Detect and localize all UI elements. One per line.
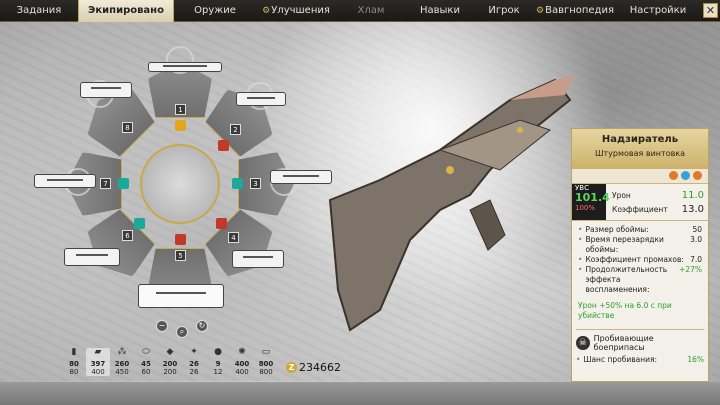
ammo-slot[interactable]: ⁂ 260 450 <box>110 347 134 377</box>
uvs-percent: 100% <box>575 204 596 212</box>
weapon-cannon-icon[interactable] <box>64 248 120 266</box>
wheel-hub <box>140 144 220 224</box>
tab-upgrades[interactable]: ⚙Улучшения <box>256 0 336 22</box>
tab-vavgnopedia[interactable]: ⚙Вавгнопедия <box>534 0 616 22</box>
ammo-type-title: Пробивающие боеприпасы <box>593 334 654 352</box>
core-stats: УВС 101.4 100% Урон 11.0 Коэффициент 13.… <box>572 183 708 221</box>
gem-teal-icon <box>134 218 145 229</box>
pierce-row: • Шанс пробивания: 16% <box>576 355 704 364</box>
weapon-type: Штурмовая винтовка <box>594 149 686 158</box>
tab-player[interactable]: Игрок <box>474 0 534 22</box>
stat-list: • Размер обоймы: 50 • Время перезарядки обо… <box>572 221 708 295</box>
weapon-info-panel: Надзиратель Штурмовая винтовка УВС 101.4… <box>571 128 709 382</box>
gem-amber-icon <box>175 120 186 131</box>
weapon-wheel: 1 2 3 4 5 6 7 8 − ⌕ ↻ <box>0 22 332 382</box>
ammo-type-section: ☠ Пробивающие боеприпасы • Шанс пробивания… <box>576 329 704 365</box>
ammo-slot[interactable]: ▮ 80 80 <box>62 347 86 377</box>
slot-number-7: 7 <box>100 178 111 189</box>
slot-number-2: 2 <box>230 124 241 135</box>
cartridge-icon: ⬭ <box>142 347 150 357</box>
socket-fire-icon <box>693 171 702 180</box>
socket-ice-icon <box>681 171 690 180</box>
ammo-slot[interactable]: ⬭ 45 60 <box>134 347 158 377</box>
battery-icon: ▭ <box>261 347 271 357</box>
swap-button[interactable]: ↻ <box>196 320 208 332</box>
coef-row: Коэффициент 13.0 <box>612 202 704 216</box>
gem-red-icon <box>218 140 229 151</box>
gem-red-icon <box>175 234 186 245</box>
coef-label: Коэффициент <box>612 204 668 214</box>
bottom-bar <box>0 382 720 405</box>
slot-number-4: 4 <box>228 232 239 243</box>
gear-icon: ⚙ <box>536 5 545 16</box>
tab-equipped[interactable]: Экипировано <box>78 0 174 22</box>
tab-quests[interactable]: Задания <box>0 0 78 22</box>
ammo-slot[interactable]: ✺ 400 400 <box>230 347 254 377</box>
gem-teal-icon <box>232 178 243 189</box>
currency-display: Z 234662 <box>286 361 341 374</box>
ammo-slot[interactable]: ● 9 12 <box>206 347 230 377</box>
tab-settings[interactable]: Настройки <box>616 0 700 22</box>
perk-line-2: убийстве <box>578 311 615 320</box>
gem-red-icon <box>216 218 227 229</box>
weapon-preview-model <box>328 75 575 332</box>
ammo-inventory: ▮ 80 80 ▰ 397 400 ⁂ 260 450 ⬭ 45 60 ◆ 200 200 ✦ 26 2… <box>62 348 278 376</box>
unequip-button[interactable]: − <box>156 320 168 332</box>
bullet-icon: ▮ <box>71 347 77 357</box>
ammo-slot[interactable]: ◆ 200 200 <box>158 347 182 377</box>
wheel-slot-6[interactable] <box>76 204 161 289</box>
gem-teal-icon <box>118 178 129 189</box>
weapon-minigun-icon[interactable] <box>34 174 96 188</box>
tab-skills[interactable]: Навыки <box>406 0 474 22</box>
shell-icon: ⁂ <box>117 347 127 357</box>
skull-icon: ☠ <box>576 336 590 350</box>
weapon-crossbow-icon[interactable] <box>236 92 286 106</box>
stat-row: • Время перезарядки обоймы: 3.0 <box>578 235 702 254</box>
stat-row: • Коэффициент промахов: 7.0 <box>578 255 702 264</box>
damage-row: Урон 11.0 <box>612 188 704 202</box>
rocket-icon: ◆ <box>166 347 174 357</box>
slot-number-3: 3 <box>250 178 261 189</box>
weapon-launcher-icon[interactable] <box>80 82 132 98</box>
damage-value: 11.0 <box>681 189 704 201</box>
saw-blade-icon: ✺ <box>238 347 246 357</box>
weapon-header: Надзиратель Штурмовая винтовка <box>572 129 708 169</box>
perk-line-1: Урон +50% на 6.0 с при <box>578 301 672 310</box>
ammo-slot[interactable]: ✦ 26 26 <box>182 347 206 377</box>
slot-number-8: 8 <box>122 122 133 133</box>
grenade-icon: ● <box>214 347 222 357</box>
perk-text: Урон +50% на 6.0 с при убийстве <box>572 295 708 321</box>
gear-icon: ⚙ <box>262 5 271 16</box>
stat-row: • Размер обоймы: 50 <box>578 225 702 234</box>
slot-number-1: 1 <box>175 104 186 115</box>
weapon-blade-icon[interactable] <box>148 62 222 72</box>
stat-row: • Продолжительность эффекта воспламенения… <box>578 265 702 294</box>
gear-ammo-icon: ✦ <box>190 347 198 357</box>
rifle-ammo-icon: ▰ <box>94 347 102 357</box>
slot-number-6: 6 <box>122 230 133 241</box>
socket-fire-icon <box>669 171 678 180</box>
ammo-slot[interactable]: ▰ 397 400 <box>86 348 110 376</box>
weapon-shotgun-icon[interactable] <box>232 250 284 268</box>
mod-sockets <box>572 169 708 183</box>
coef-value: 13.0 <box>681 203 704 215</box>
coin-icon: Z <box>286 362 297 373</box>
weapon-name: Надзиратель <box>601 134 679 145</box>
uvs-box: УВС 101.4 100% <box>572 184 610 220</box>
tab-weapons[interactable]: Оружие <box>174 0 256 22</box>
top-nav-bar: Задания Экипировано Оружие ⚙Улучшения Хл… <box>0 0 720 22</box>
ammo-slot[interactable]: ▭ 800 800 <box>254 347 278 377</box>
inspect-button[interactable]: ⌕ <box>176 326 188 338</box>
wheel-slot-4[interactable] <box>200 204 285 289</box>
close-button[interactable]: ✕ <box>703 3 718 18</box>
tab-junk[interactable]: Хлам <box>336 0 406 22</box>
slot-number-5: 5 <box>175 250 186 261</box>
damage-label: Урон <box>612 190 631 200</box>
uvs-value: 101.4 <box>575 191 610 204</box>
currency-value: 234662 <box>299 361 341 374</box>
weapon-rifle-icon[interactable] <box>138 284 224 308</box>
